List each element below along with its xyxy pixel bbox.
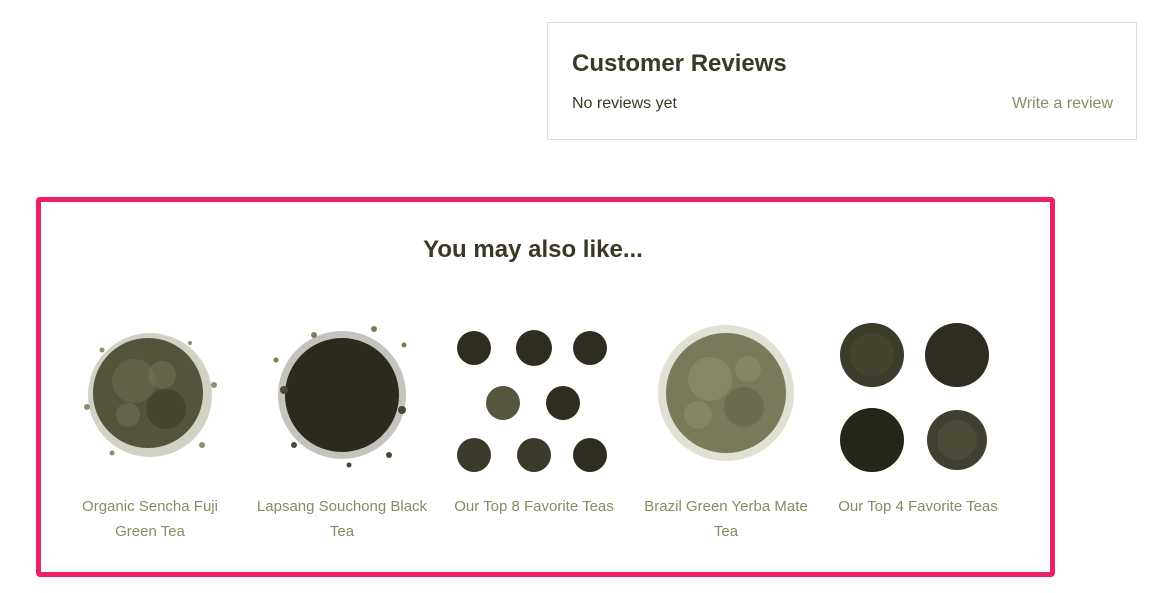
product-name: Our Top 8 Favorite Teas: [454, 498, 614, 515]
product-name: Our Top 4 Favorite Teas: [838, 498, 998, 515]
customer-reviews-box: Customer Reviews No reviews yet Write a …: [547, 22, 1137, 140]
no-reviews-text: No reviews yet: [572, 95, 677, 112]
page: Customer Reviews No reviews yet Write a …: [0, 0, 1160, 593]
related-products-title: You may also like...: [423, 236, 643, 263]
product-name: Brazil Green Yerba Mate Tea: [644, 498, 808, 540]
tea-leaves-image: [84, 333, 217, 457]
product-card-lapsang-souchong[interactable]: Lapsang Souchong Black Tea: [254, 315, 430, 544]
product-name: Organic Sencha Fuji Green Tea: [82, 498, 218, 540]
product-card-top-4-favorite-teas[interactable]: Our Top 4 Favorite Teas: [830, 315, 1006, 519]
tea-sampler-image: [840, 323, 989, 472]
tea-sampler-image: [457, 330, 607, 472]
product-name: Lapsang Souchong Black Tea: [256, 498, 428, 540]
product-card-organic-sencha[interactable]: Organic Sencha Fuji Green Tea: [62, 315, 238, 544]
tea-leaves-image: [273, 326, 407, 468]
product-card-top-8-favorite-teas[interactable]: Our Top 8 Favorite Teas: [446, 315, 622, 519]
product-card-brazil-yerba-mate[interactable]: Brazil Green Yerba Mate Tea: [638, 315, 814, 544]
customer-reviews-title: Customer Reviews: [572, 50, 787, 77]
write-review-link[interactable]: Write a review: [1012, 95, 1113, 113]
related-products-section: You may also like... Organic Sencha Fuji…: [36, 197, 1055, 577]
tea-leaves-image: [658, 325, 794, 461]
